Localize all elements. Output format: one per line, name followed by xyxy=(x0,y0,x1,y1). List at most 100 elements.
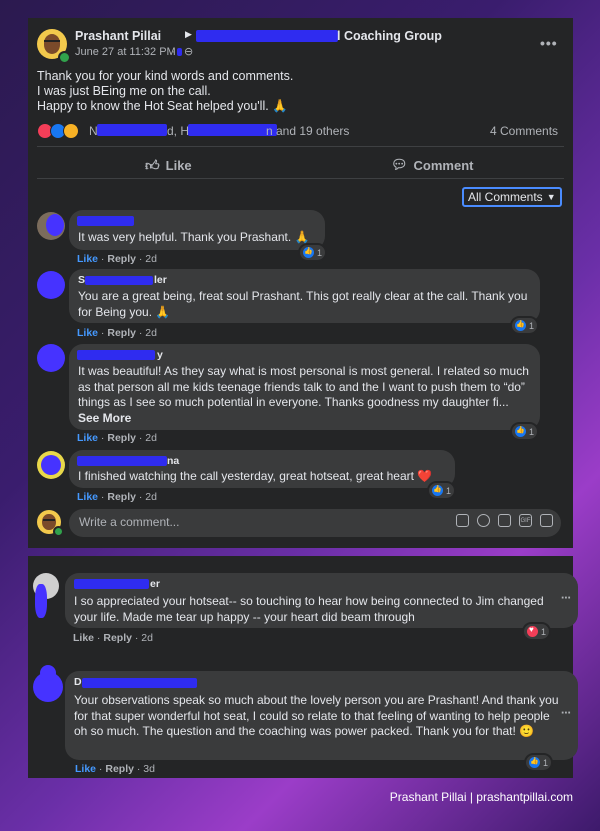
redacted-commenter-name xyxy=(77,350,155,360)
caret-down-icon: ▼ xyxy=(546,192,556,202)
comment-button-label: Comment xyxy=(413,157,474,173)
comment-actions: Like · Reply · 2d xyxy=(77,253,157,265)
comment-like-link[interactable]: Like xyxy=(77,491,98,503)
comment-text: You are a great being, freat soul Prasha… xyxy=(78,289,528,319)
commenter-avatar[interactable] xyxy=(37,271,65,299)
post-author-name[interactable]: Prashant Pillai xyxy=(75,29,161,43)
group-arrow-icon: ▶ xyxy=(185,29,192,39)
love-reaction-icon xyxy=(527,625,538,637)
reactions-suffix[interactable]: n and 19 others xyxy=(266,124,349,138)
comment-button[interactable]: 💬︎ Comment xyxy=(391,157,473,173)
audience-icon: ⊖ xyxy=(184,46,194,58)
comment-text: It was beautiful! As they say what is mo… xyxy=(78,364,533,426)
footer-credit: Prashant Pillai | prashantpillai.com xyxy=(389,790,573,804)
comment-reaction-count[interactable]: 1 xyxy=(429,483,455,498)
all-comments-filter[interactable]: All Comments ▼ xyxy=(462,187,562,207)
comment-options-button[interactable]: ⋯ xyxy=(561,593,572,604)
reaction-count: 1 xyxy=(541,626,547,637)
comment-time[interactable]: 2d xyxy=(145,491,157,503)
comment-reply-link[interactable]: Reply xyxy=(107,432,136,444)
comment-reply-link[interactable]: Reply xyxy=(107,327,136,339)
see-more-link[interactable]: See More xyxy=(78,411,131,425)
comment-reaction-count[interactable]: 1 xyxy=(512,318,538,333)
comment-like-link[interactable]: Like xyxy=(77,253,98,265)
reaction-count: 1 xyxy=(317,247,323,258)
reaction-count: 1 xyxy=(543,757,549,768)
comment-count[interactable]: 4 Comments xyxy=(490,124,558,138)
comment-time[interactable]: 2d xyxy=(145,253,157,265)
gif-icon[interactable]: GIF xyxy=(519,514,532,527)
redacted-commenter-name xyxy=(74,579,149,589)
commenter-name-end[interactable]: y xyxy=(157,349,163,361)
comment-actions: Like · Reply · 2d xyxy=(77,432,157,444)
reaction-count: 1 xyxy=(446,485,452,496)
comment-like-link[interactable]: Like xyxy=(73,632,94,644)
comment-reaction-count[interactable]: 1 xyxy=(512,424,538,439)
comment-input-icons: GIF xyxy=(456,514,553,527)
comment-actions: Like · Reply · 3d xyxy=(75,763,155,775)
post-timestamp[interactable]: June 27 at 11:32 PM xyxy=(75,46,176,58)
post-body-line-1: Thank you for your kind words and commen… xyxy=(37,69,294,83)
speech-bubble-icon: 💬︎ xyxy=(391,157,408,172)
comment-reply-link[interactable]: Reply xyxy=(103,632,132,644)
redacted-reactor-2 xyxy=(188,124,277,136)
comment-reply-link[interactable]: Reply xyxy=(107,253,136,265)
thumbs-up-icon: 👍︎ xyxy=(145,157,160,173)
avatar-sticker-icon[interactable] xyxy=(456,514,469,527)
commenter-avatar[interactable] xyxy=(37,344,65,372)
filter-label: All Comments xyxy=(468,190,543,204)
commenter-name-start[interactable]: S xyxy=(78,274,85,286)
commenter-name-end[interactable]: na xyxy=(167,455,179,467)
post-group-name[interactable]: l Coaching Group xyxy=(337,29,442,43)
comment-actions: Like · Reply · 2d xyxy=(77,327,157,339)
comment-time[interactable]: 2d xyxy=(145,327,157,339)
emoji-icon[interactable] xyxy=(477,514,490,527)
comment-time[interactable]: 2d xyxy=(145,432,157,444)
redacted-privacy xyxy=(177,48,182,56)
reaction-icons[interactable] xyxy=(37,123,79,139)
commenter-name-end[interactable]: ler xyxy=(154,274,167,286)
commenter-name-start[interactable]: D xyxy=(74,676,82,688)
redacted-commenter-name xyxy=(77,456,167,466)
comment-reaction-count[interactable]: 1 xyxy=(524,624,550,639)
like-reaction-icon xyxy=(303,247,314,258)
online-status-dot xyxy=(58,51,71,64)
post-options-button[interactable]: ••• xyxy=(540,35,558,51)
write-comment-input[interactable]: Write a comment... GIF xyxy=(69,509,561,537)
like-reaction-icon xyxy=(515,320,526,331)
comment-time[interactable]: 2d xyxy=(141,632,153,644)
post-body-line-3: Happy to know the Hot Seat helped you'll… xyxy=(37,99,288,113)
actions-top-divider xyxy=(37,146,564,147)
comment-like-link[interactable]: Like xyxy=(77,432,98,444)
reactions-mid[interactable]: d, H xyxy=(167,124,189,138)
comment-text: I so appreciated your hotseat-- so touch… xyxy=(74,594,544,624)
like-button[interactable]: 👍︎ Like xyxy=(145,157,192,174)
post-panel: Prashant Pillai ▶ l Coaching Group June … xyxy=(28,18,573,548)
comment-actions: Like · Reply · 2d xyxy=(73,632,153,644)
actions-bottom-divider xyxy=(37,178,564,179)
comment-reply-link[interactable]: Reply xyxy=(105,763,134,775)
sticker-icon[interactable] xyxy=(540,514,553,527)
comment-bubble: S ler You are a great being, freat soul … xyxy=(69,269,540,323)
commenter-name-end[interactable]: er xyxy=(150,578,160,590)
comment-reaction-count[interactable]: 1 xyxy=(300,245,326,260)
redacted-commenter-name xyxy=(82,678,197,688)
redacted-commenter-name xyxy=(85,276,153,285)
comment-reply-link[interactable]: Reply xyxy=(107,491,136,503)
comment-text: It was very helpful. Thank you Prashant.… xyxy=(78,230,310,244)
comment-actions: Like · Reply · 2d xyxy=(77,491,157,503)
comment-bubble: y It was beautiful! As they say what is … xyxy=(69,344,540,430)
avatar-redaction xyxy=(41,455,61,475)
comment-time[interactable]: 3d xyxy=(143,763,155,775)
comment-like-link[interactable]: Like xyxy=(75,763,96,775)
comment-like-link[interactable]: Like xyxy=(77,327,98,339)
comment-bubble: It was very helpful. Thank you Prashant.… xyxy=(69,210,325,250)
avatar-redaction xyxy=(40,665,56,681)
comment-bubble: D Your observations speak so much about … xyxy=(65,671,578,760)
like-button-label: Like xyxy=(165,158,192,173)
write-comment-placeholder: Write a comment... xyxy=(79,515,180,529)
redacted-commenter-name xyxy=(77,216,134,226)
comment-reaction-count[interactable]: 1 xyxy=(526,755,552,770)
camera-icon[interactable] xyxy=(498,514,511,527)
comment-options-button[interactable]: ⋯ xyxy=(561,708,572,719)
